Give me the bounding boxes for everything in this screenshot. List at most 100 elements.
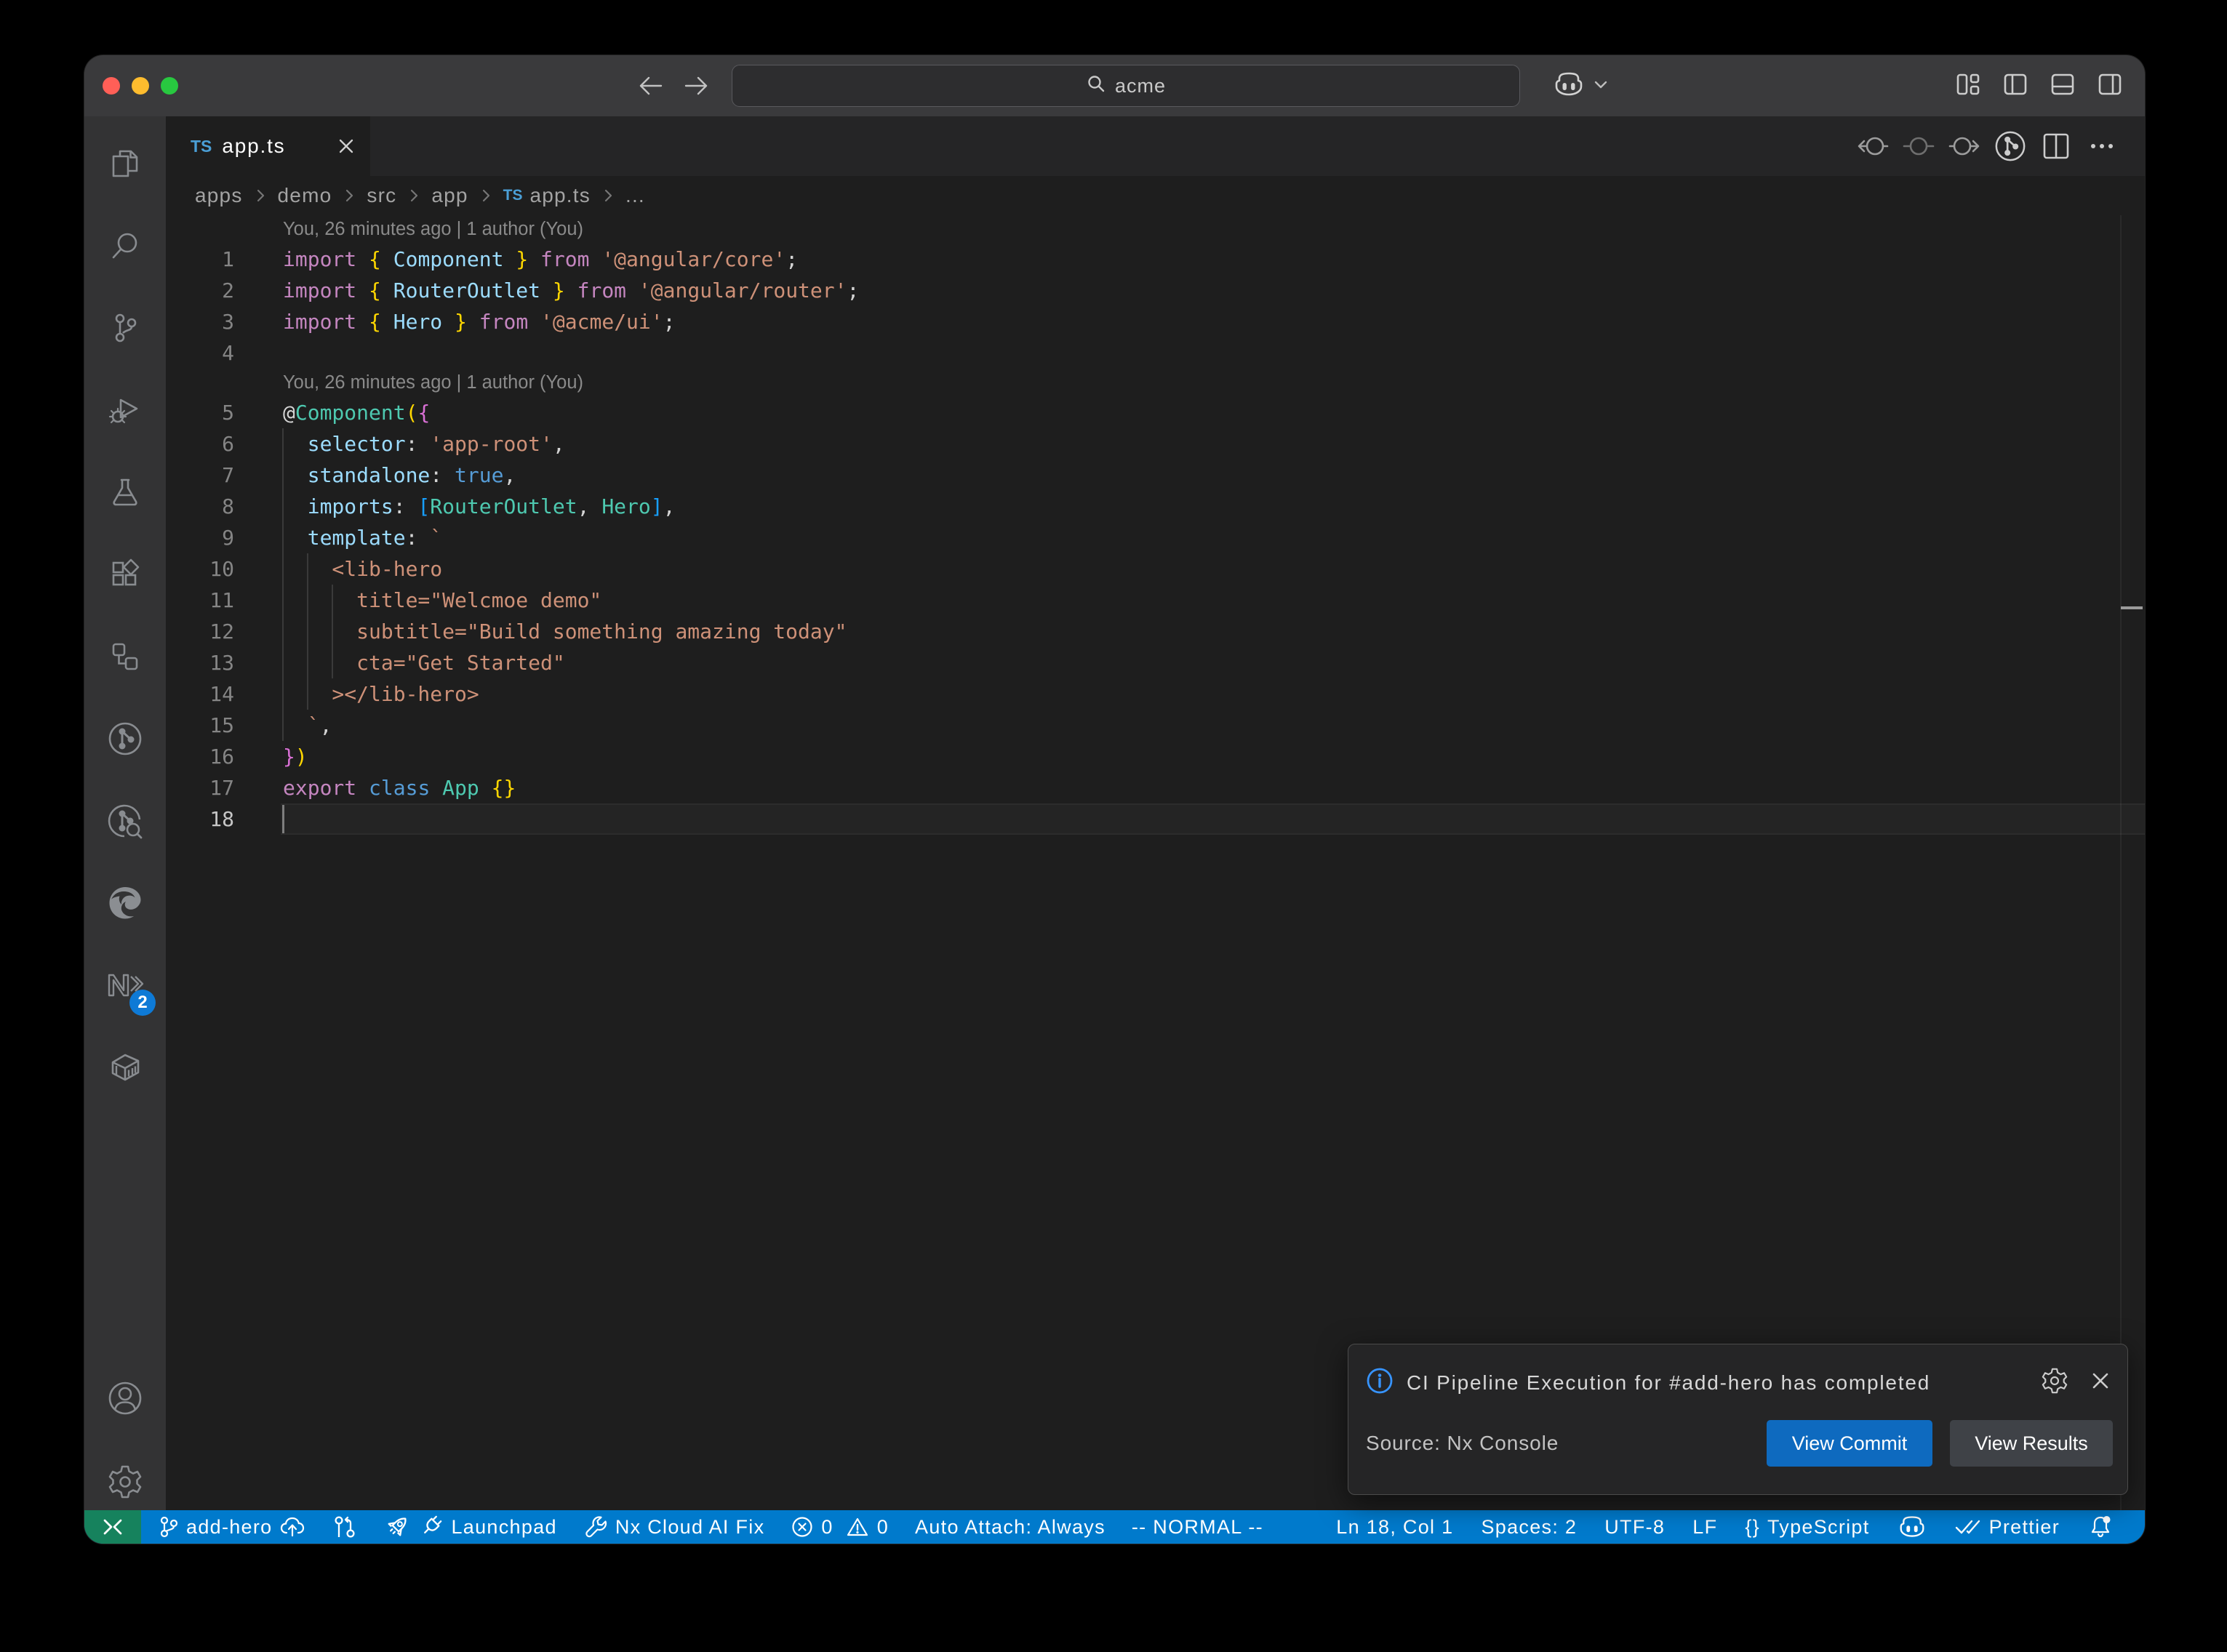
copilot-status-item[interactable] — [1898, 1510, 1927, 1544]
gitlens-next-change-icon[interactable] — [1948, 132, 1981, 161]
code-line[interactable]: 10 <lib-hero — [166, 553, 2145, 585]
tab-close-icon[interactable] — [337, 137, 356, 156]
code-line[interactable]: 16}) — [166, 741, 2145, 772]
launchpad-status-item[interactable]: Launchpad — [384, 1510, 556, 1544]
breadcrumb-file[interactable]: TS app.ts — [503, 184, 591, 207]
settings-gear-icon[interactable] — [84, 1447, 166, 1517]
compare-changes-status-item[interactable] — [332, 1510, 358, 1544]
breadcrumb-item[interactable]: src — [367, 184, 396, 207]
code-line[interactable]: 9 template: ` — [166, 522, 2145, 553]
code-text: subtitle="Build something amazing today" — [283, 616, 847, 647]
blame-annotation-line[interactable]: You, 26 minutes ago | 1 author (You) — [166, 215, 2145, 244]
customize-layout-icon[interactable] — [1955, 71, 1981, 101]
breadcrumb-item[interactable]: demo — [278, 184, 332, 207]
line-number: 11 — [166, 585, 283, 616]
code-line[interactable]: 7 standalone: true, — [166, 460, 2145, 491]
toggle-panel-icon[interactable] — [2050, 71, 2076, 101]
problems-status-item[interactable]: 0 0 — [791, 1510, 889, 1544]
nx-cloud-status-item[interactable]: Nx Cloud AI Fix — [583, 1510, 765, 1544]
code-line[interactable]: 13 cta="Get Started" — [166, 647, 2145, 678]
code-line[interactable]: 12 subtitle="Build something amazing tod… — [166, 616, 2145, 647]
navigate-forward-icon[interactable] — [684, 75, 710, 97]
branch-name: add-hero — [186, 1516, 272, 1539]
gitlens-current-change-icon[interactable] — [1902, 132, 1935, 161]
line-number: 1 — [166, 244, 283, 275]
code-editor[interactable]: You, 26 minutes ago | 1 author (You)1imp… — [166, 215, 2145, 1510]
code-line[interactable]: 6 selector: 'app-root', — [166, 428, 2145, 460]
toggle-primary-sidebar-icon[interactable] — [2002, 71, 2028, 101]
breadcrumb-item[interactable]: apps — [195, 184, 243, 207]
copilot-icon[interactable] — [1553, 70, 1585, 103]
error-icon — [791, 1515, 814, 1539]
vim-mode-status-item[interactable]: -- NORMAL -- — [1132, 1510, 1263, 1544]
sidebar-item-nx-project-graph[interactable] — [84, 704, 166, 774]
notifications-bell-item[interactable] — [2087, 1510, 2114, 1544]
code-line[interactable]: 2import { RouterOutlet } from '@angular/… — [166, 275, 2145, 306]
breadcrumb-item[interactable]: app — [431, 184, 468, 207]
code-text: `, — [283, 710, 332, 741]
sidebar-item-testing[interactable] — [84, 457, 166, 527]
view-commit-button[interactable]: View Commit — [1767, 1420, 1932, 1467]
navigate-back-icon[interactable] — [637, 75, 663, 97]
line-number: 16 — [166, 741, 283, 772]
zoom-window-button[interactable] — [161, 77, 178, 95]
sidebar-item-source-control[interactable] — [84, 293, 166, 363]
line-number: 8 — [166, 491, 283, 522]
breadcrumb-symbol-ellipsis[interactable]: ... — [625, 184, 645, 207]
nx-project-details-icon[interactable] — [1994, 129, 2027, 164]
line-number: 2 — [166, 275, 283, 306]
minimize-window-button[interactable] — [132, 77, 149, 95]
blame-annotation-line[interactable]: You, 26 minutes ago | 1 author (You) — [166, 369, 2145, 397]
line-number — [166, 369, 283, 397]
encoding-status-item[interactable]: UTF-8 — [1604, 1510, 1665, 1544]
code-line[interactable]: 1import { Component } from '@angular/cor… — [166, 244, 2145, 275]
branch-status-item[interactable]: add-hero — [159, 1510, 305, 1544]
code-text: }) — [283, 741, 308, 772]
editor-more-actions-icon[interactable] — [2085, 132, 2119, 161]
close-window-button[interactable] — [103, 77, 120, 95]
notification-settings-gear-icon[interactable] — [2040, 1366, 2069, 1399]
view-results-button[interactable]: View Results — [1950, 1420, 2113, 1467]
chevron-right-icon — [479, 187, 493, 204]
chevron-right-icon — [601, 187, 615, 204]
sidebar-item-explorer[interactable] — [84, 129, 166, 199]
tab-app-ts[interactable]: TS app.ts — [166, 116, 370, 176]
auto-attach-status-item[interactable]: Auto Attach: Always — [915, 1510, 1105, 1544]
toggle-secondary-sidebar-icon[interactable] — [2097, 71, 2123, 101]
warning-icon — [845, 1515, 870, 1539]
sidebar-item-hierarchy[interactable] — [84, 622, 166, 691]
cursor-position-status-item[interactable]: Ln 18, Col 1 — [1336, 1510, 1453, 1544]
indent-guide — [282, 428, 284, 741]
code-line[interactable]: 5@Component({ — [166, 397, 2145, 428]
breadcrumb: apps demo src app TS app.ts ... — [166, 176, 2145, 215]
code-line[interactable]: 11 title="Welcmoe demo" — [166, 585, 2145, 616]
sidebar-item-extensions[interactable] — [84, 540, 166, 609]
code-text: cta="Get Started" — [283, 647, 565, 678]
copilot-menu-chevron-icon[interactable] — [1592, 76, 1610, 97]
code-rows: You, 26 minutes ago | 1 author (You)1imp… — [166, 215, 2145, 835]
sidebar-item-nx-console[interactable]: 2 — [84, 950, 166, 1020]
sidebar-item-dev-containers[interactable] — [84, 1032, 166, 1102]
account-icon[interactable] — [84, 1363, 166, 1433]
sidebar-item-run-debug[interactable] — [84, 375, 166, 445]
code-line[interactable]: 15 `, — [166, 710, 2145, 741]
language-status-item[interactable]: {} TypeScript — [1745, 1510, 1869, 1544]
code-line[interactable]: 3import { Hero } from '@acme/ui'; — [166, 306, 2145, 337]
eol-status-item[interactable]: LF — [1692, 1510, 1717, 1544]
code-line[interactable]: 14 ></lib-hero> — [166, 678, 2145, 710]
sidebar-item-edge-devtools[interactable] — [84, 868, 166, 938]
formatter-status-item[interactable]: Prettier — [1954, 1510, 2060, 1544]
code-line[interactable]: 17export class App {} — [166, 772, 2145, 803]
split-editor-icon[interactable] — [2039, 130, 2073, 162]
command-center-search[interactable]: acme — [732, 65, 1520, 107]
code-text: ></lib-hero> — [283, 678, 479, 710]
indentation-status-item[interactable]: Spaces: 2 — [1481, 1510, 1577, 1544]
notification-close-icon[interactable] — [2088, 1368, 2113, 1397]
line-number: 14 — [166, 678, 283, 710]
sidebar-item-nx-graph-search[interactable] — [84, 786, 166, 856]
sidebar-item-search[interactable] — [84, 211, 166, 281]
gitlens-prev-change-icon[interactable] — [1856, 132, 1890, 161]
code-line[interactable]: 4 — [166, 337, 2145, 369]
code-line[interactable]: 8 imports: [RouterOutlet, Hero], — [166, 491, 2145, 522]
traffic-lights — [103, 55, 178, 116]
